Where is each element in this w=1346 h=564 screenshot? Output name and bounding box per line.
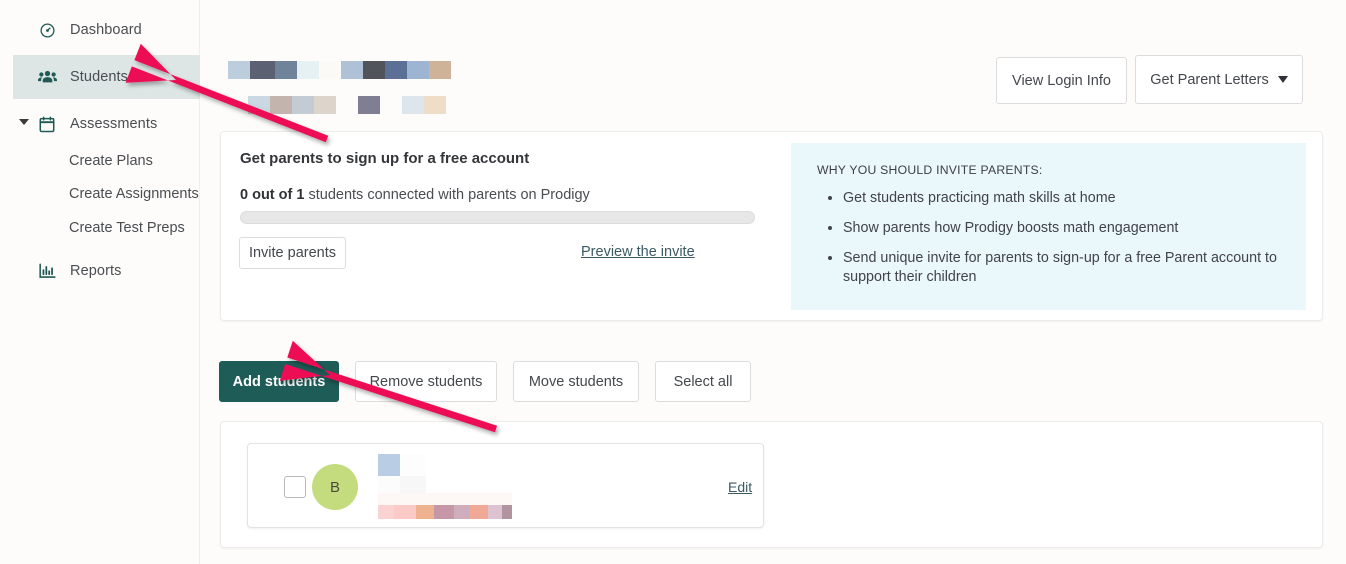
redacted-block (275, 61, 297, 79)
why-invite-parents-panel: WHY YOU SHOULD INVITE PARENTS: Get stude… (791, 143, 1306, 310)
add-students-label: Add students (232, 373, 326, 390)
redacted-block (228, 61, 250, 79)
why-invite-list: Get students practicing math skills at h… (817, 189, 1280, 286)
calendar-icon (34, 115, 60, 133)
invite-parents-label: Invite parents (248, 245, 337, 261)
remove-students-button[interactable]: Remove students (355, 361, 497, 402)
redacted-block (336, 96, 358, 114)
redacted-block (248, 96, 270, 114)
why-invite-heading: WHY YOU SHOULD INVITE PARENTS: (817, 163, 1043, 177)
redacted-block (402, 96, 424, 114)
redacted-block (424, 96, 446, 114)
invite-progress-bar (240, 211, 755, 224)
redacted-block (270, 96, 292, 114)
get-parent-letters-button[interactable]: Get Parent Letters (1135, 55, 1303, 104)
sidebar-item-assessments[interactable]: Assessments (13, 102, 200, 146)
move-students-label: Move students (528, 373, 624, 390)
invite-parents-button[interactable]: Invite parents (239, 237, 346, 269)
view-login-info-label: View Login Info (1012, 72, 1111, 89)
bar-chart-icon (34, 263, 60, 279)
sidebar-label-create-assignments: Create Assignments (69, 186, 199, 202)
people-icon (34, 69, 60, 85)
sidebar-item-create-test-preps[interactable]: Create Test Preps (69, 218, 185, 238)
select-all-button[interactable]: Select all (655, 361, 751, 402)
redacted-block (380, 96, 402, 114)
view-login-info-button[interactable]: View Login Info (996, 57, 1127, 104)
sidebar: Dashboard Students Assessments Create Pl… (0, 0, 200, 564)
list-item: Show parents how Prodigy boosts math eng… (843, 219, 1280, 238)
redacted-text-row (248, 96, 446, 114)
chevron-down-icon (1277, 76, 1288, 83)
sidebar-item-students[interactable]: Students (13, 55, 200, 99)
redacted-block (358, 96, 380, 114)
redacted-block (429, 61, 451, 79)
invite-card-title: Get parents to sign up for a free accoun… (240, 150, 530, 167)
redacted-text-row (228, 61, 451, 79)
students-list-panel: B Edit (220, 421, 1323, 548)
avatar: B (312, 464, 358, 510)
sidebar-label-assessments: Assessments (70, 116, 158, 132)
student-select-checkbox[interactable] (284, 476, 306, 498)
redacted-block (292, 96, 314, 114)
student-action-toolbar: Add students Remove students Move studen… (219, 361, 767, 402)
sidebar-label-create-test-preps: Create Test Preps (69, 220, 185, 236)
student-name-redacted (376, 452, 516, 524)
redacted-block (341, 61, 363, 79)
sidebar-item-dashboard[interactable]: Dashboard (13, 8, 200, 52)
avatar-initial: B (329, 478, 340, 496)
select-all-label: Select all (673, 373, 733, 390)
sidebar-label-create-plans: Create Plans (69, 153, 153, 169)
invite-progress-count: 0 out of 1 (240, 187, 305, 203)
sidebar-label-dashboard: Dashboard (70, 22, 142, 38)
edit-student-link[interactable]: Edit (728, 479, 752, 495)
sidebar-item-reports[interactable]: Reports (13, 249, 200, 293)
sidebar-label-students: Students (70, 69, 129, 85)
invite-parents-card: Get parents to sign up for a free accoun… (220, 131, 1323, 321)
get-parent-letters-label: Get Parent Letters (1150, 71, 1269, 88)
redacted-block (385, 61, 407, 79)
preview-the-invite-link[interactable]: Preview the invite (581, 244, 695, 260)
sidebar-item-create-plans[interactable]: Create Plans (69, 151, 153, 171)
sidebar-label-reports: Reports (70, 263, 122, 279)
sidebar-item-create-assignments[interactable]: Create Assignments (69, 184, 199, 204)
redacted-block (297, 61, 319, 79)
gauge-icon (34, 22, 60, 39)
table-row[interactable]: B Edit (247, 443, 764, 528)
invite-progress-suffix: students connected with parents on Prodi… (304, 187, 590, 203)
page-root: Dashboard Students Assessments Create Pl… (0, 0, 1346, 564)
list-item: Send unique invite for parents to sign-u… (843, 249, 1280, 287)
redacted-block (363, 61, 385, 79)
redacted-block (314, 96, 336, 114)
list-item: Get students practicing math skills at h… (843, 189, 1280, 208)
move-students-button[interactable]: Move students (513, 361, 639, 402)
redacted-block (407, 61, 429, 79)
redacted-block (250, 61, 275, 79)
invite-progress-text: 0 out of 1 students connected with paren… (240, 187, 590, 203)
add-students-button[interactable]: Add students (219, 361, 339, 402)
redacted-block (319, 61, 341, 79)
remove-students-label: Remove students (369, 373, 483, 390)
